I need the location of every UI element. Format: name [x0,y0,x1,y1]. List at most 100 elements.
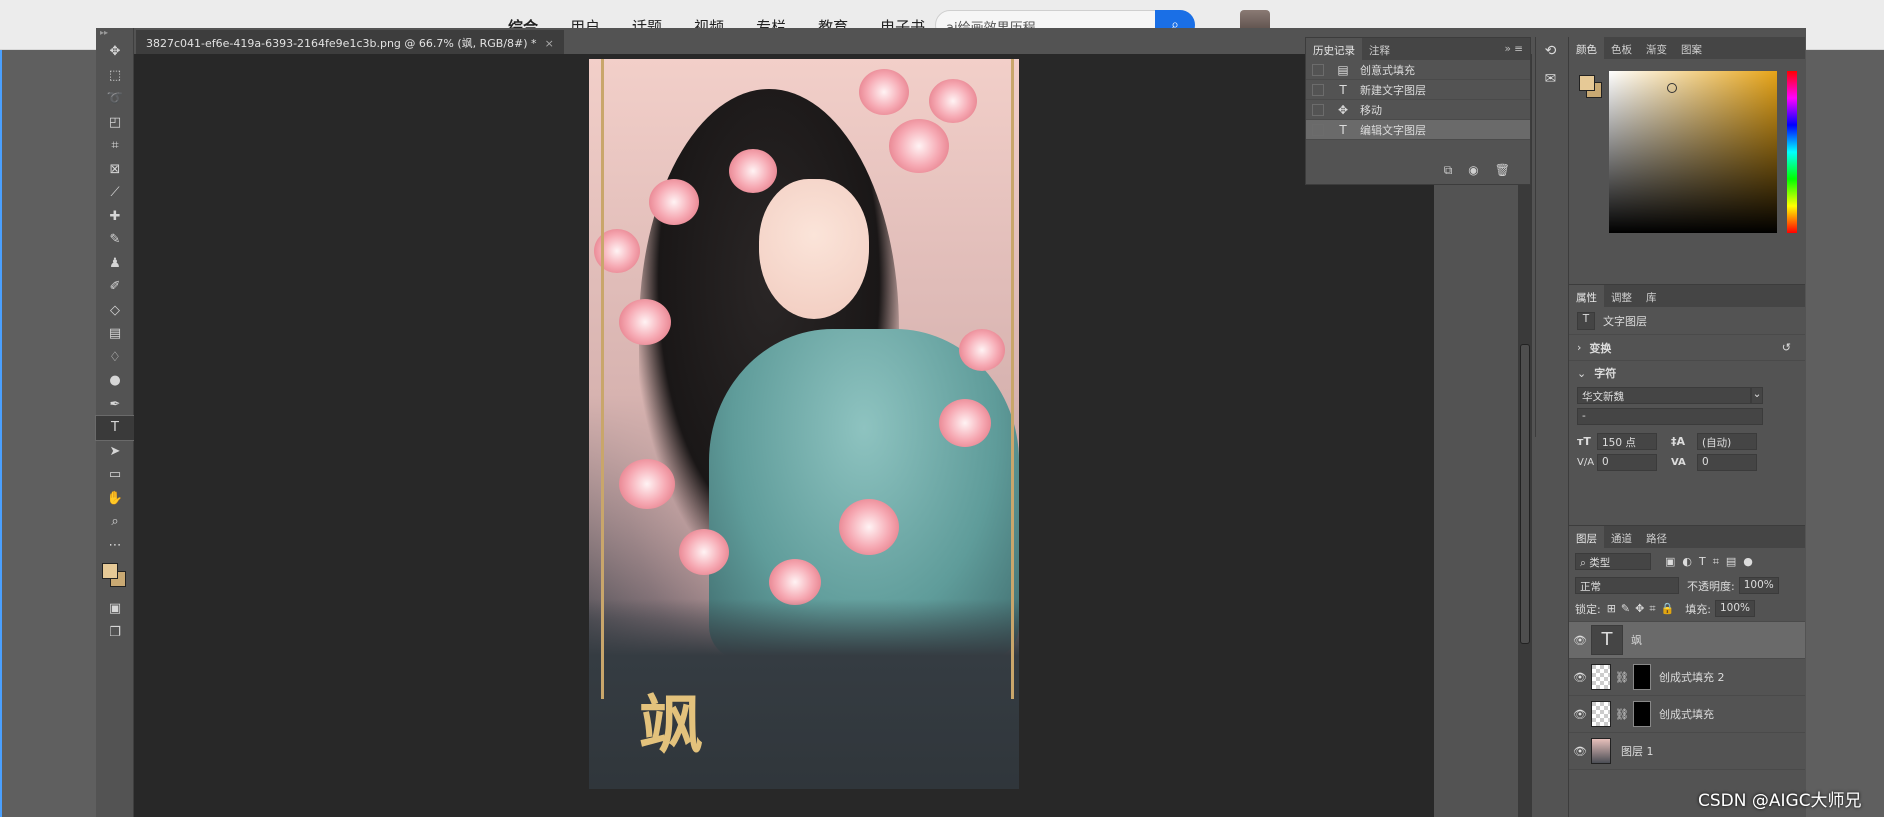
type-tool-icon[interactable]: T [95,415,135,441]
history-item-selected[interactable]: T 编辑文字图层 [1306,120,1530,140]
blend-mode-select[interactable]: 正常 [1575,577,1679,594]
eraser-tool-icon[interactable]: ◇ [96,299,134,323]
comment-icon[interactable]: ✉ [1536,65,1565,93]
healing-tool-icon[interactable]: ✚ [96,205,134,229]
tracking-input[interactable]: 0 [1697,454,1757,471]
tab-libraries[interactable]: 库 [1639,285,1664,307]
art-gold-border-left [601,59,604,699]
lasso-tool-icon[interactable]: ➰ [96,87,134,111]
blossom [839,499,899,555]
eye-icon[interactable]: 👁 [1569,671,1591,684]
dodge-tool-icon[interactable]: ● [96,369,134,393]
layer-row[interactable]: 👁 ⛓ 创成式填充 [1569,696,1805,733]
screen-mode-icon[interactable]: ❐ [96,621,134,645]
tab-history[interactable]: 历史记录 [1306,38,1362,60]
layer-filter-select[interactable]: ⌕ 类型 [1575,553,1651,570]
eye-icon[interactable]: 👁 [1569,634,1591,647]
color-picker-handle[interactable] [1667,83,1677,93]
quick-mask-icon[interactable]: ▣ [96,597,134,621]
move-icon: ✥ [1337,102,1349,117]
leading-icon: ‡A [1671,435,1686,448]
opacity-input[interactable]: 100% [1738,577,1779,594]
stamp-tool-icon[interactable]: ♟ [96,252,134,276]
close-icon[interactable]: × [545,37,554,50]
panel-menu-icon[interactable]: » ≡ [1497,38,1530,60]
tab-color[interactable]: 颜色 [1569,37,1604,59]
section-character[interactable]: ⌄ 字符 [1569,361,1805,385]
kerning-input[interactable]: 0 [1597,454,1657,471]
document-icon: ▤ [1337,62,1349,77]
object-select-tool-icon[interactable]: ◰ [96,111,134,135]
history-panel-icon[interactable]: ⟲ [1536,37,1565,65]
reset-icon[interactable]: ↺ [1782,341,1791,354]
leading-input[interactable]: (自动) [1697,433,1757,450]
rectangle-tool-icon[interactable]: ▭ [96,463,134,487]
color-picker-field[interactable] [1609,71,1777,233]
pen-tool-icon[interactable]: ✒ [96,393,134,417]
hand-tool-icon[interactable]: ✋ [96,487,134,511]
tab-swatches[interactable]: 色板 [1604,37,1639,59]
frame-tool-icon[interactable]: ⊠ [96,158,134,182]
art-face [759,179,869,319]
tab-paths[interactable]: 路径 [1639,526,1674,548]
layer-row-selected[interactable]: 👁 T 飒 [1569,622,1805,659]
layer-filter-icons[interactable]: ▣◐T⌗▤● [1665,555,1760,569]
new-document-from-state-icon[interactable]: ⧉ [1444,163,1453,178]
history-checkbox[interactable] [1312,83,1324,96]
tab-gradients[interactable]: 渐变 [1639,37,1674,59]
panel-grip-icon[interactable]: ▸▸ [96,28,133,40]
eyedropper-tool-icon[interactable]: ⟋ [96,181,134,205]
font-size-input[interactable]: 150 点 [1597,433,1657,450]
history-checkbox[interactable] [1312,103,1324,116]
blossom [929,79,977,123]
chevron-down-icon[interactable]: ⌄ [1751,387,1763,404]
eye-icon[interactable]: 👁 [1569,745,1591,758]
marquee-tool-icon[interactable]: ⬚ [96,64,134,88]
history-checkbox[interactable] [1312,123,1324,136]
search-icon: ⌕ [1580,557,1590,569]
color-swatches[interactable] [96,557,133,597]
font-style-select[interactable]: - [1577,408,1763,425]
document-tab[interactable]: 3827c041-ef6e-419a-6393-2164fe9e1c3b.png… [136,30,564,54]
hue-slider[interactable] [1787,71,1797,233]
tab-patterns[interactable]: 图案 [1674,37,1709,59]
tab-channels[interactable]: 通道 [1604,526,1639,548]
type-icon: T [1339,122,1347,137]
layers-panel-tabs: 图层 通道 路径 [1569,526,1805,548]
history-footer: ⧉ ◉ 🗑 [1444,163,1510,178]
layer-row[interactable]: 👁 图层 1 [1569,733,1805,770]
section-transform[interactable]: › 变换 ↺ [1569,335,1805,361]
brush-tool-icon[interactable]: ✎ [96,228,134,252]
layer-mask-thumbnail [1632,664,1651,690]
eye-icon[interactable]: 👁 [1569,708,1591,721]
tab-layers[interactable]: 图层 [1569,526,1604,548]
watermark: CSDN @AIGC大师兄 [1698,791,1862,811]
tab-adjustments[interactable]: 调整 [1604,285,1639,307]
path-select-tool-icon[interactable]: ➤ [96,440,134,464]
trash-icon[interactable]: 🗑 [1495,163,1510,178]
zoom-tool-icon[interactable]: ⌕ [96,510,134,534]
gradient-tool-icon[interactable]: ▤ [96,322,134,346]
scrollbar-thumb[interactable] [1520,344,1530,644]
foreground-color-swatch[interactable] [102,563,118,579]
document-canvas-image[interactable]: 飒 [589,59,1019,789]
crop-tool-icon[interactable]: ⌗ [96,134,134,158]
foreground-color-swatch[interactable] [1579,75,1595,91]
lock-icons[interactable]: ⊞✎✥⌗🔒 [1607,602,1680,616]
history-item[interactable]: ✥ 移动 [1306,100,1530,120]
history-checkbox[interactable] [1312,63,1324,76]
color-panel: 颜色 色板 渐变 图案 [1569,37,1805,277]
move-tool-icon[interactable]: ✥ [96,40,134,64]
snapshot-camera-icon[interactable]: ◉ [1468,163,1478,178]
tab-properties[interactable]: 属性 [1569,285,1604,307]
type-icon: T [1577,311,1595,330]
blur-tool-icon[interactable]: ♢ [96,346,134,370]
history-brush-tool-icon[interactable]: ✐ [96,275,134,299]
tab-notes[interactable]: 注释 [1362,38,1397,60]
layer-row[interactable]: 👁 ⛓ 创成式填充 2 [1569,659,1805,696]
fill-input[interactable]: 100% [1714,600,1755,617]
font-family-select[interactable]: 华文新魏 [1577,387,1751,404]
history-item[interactable]: ▤ 创意式填充 [1306,60,1530,80]
history-item[interactable]: T 新建文字图层 [1306,80,1530,100]
more-tools-icon[interactable]: ⋯ [96,534,134,558]
